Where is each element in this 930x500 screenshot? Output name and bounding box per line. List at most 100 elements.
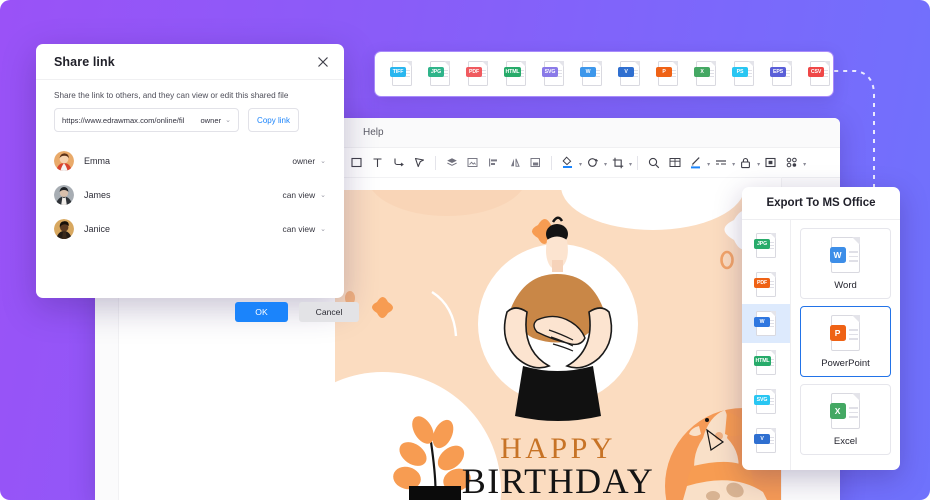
close-icon[interactable] [316,55,330,69]
visio-file-icon: V [617,60,643,88]
cancel-button[interactable]: Cancel [299,302,359,322]
export-format-sidebar: JPG PDF W HTML SVG V [742,220,791,470]
visio-file-icon: V [753,427,779,455]
share-person-permission-value: owner [292,156,316,166]
format-item-4[interactable]: SVG [537,58,571,90]
export-card-word[interactable]: W Word [800,228,891,299]
share-link-input[interactable]: https://www.edrawmax.com/online/fil owne… [54,108,239,132]
share-person-name: Janice [84,224,111,234]
format-item-0[interactable]: TIFF [385,58,419,90]
flip-icon[interactable] [504,152,525,174]
format-label: EPS [770,67,786,77]
image-icon[interactable] [462,152,483,174]
share-dialog-description: Share the link to others, and they can v… [54,91,289,100]
rectangle-icon[interactable] [346,152,367,174]
svg-file-icon: SVG [541,60,567,88]
format-label: W [829,247,846,263]
format-label: P [829,325,846,341]
share-link-dialog: Share link Share the link to others, and… [36,44,359,322]
format-label: JPG [754,238,770,249]
export-sidebar-item-word[interactable]: W [742,304,790,343]
format-item-10[interactable]: EPS [765,58,799,90]
export-card-powerpoint[interactable]: P PowerPoint [800,306,891,377]
share-person-row-1: James can view ⌄ [54,184,326,206]
lock-icon[interactable] [735,152,756,174]
html-file-icon: HTML [753,349,779,377]
format-label: W [754,316,770,327]
format-item-3[interactable]: HTML [499,58,533,90]
export-sidebar-item-jpg[interactable]: JPG [742,226,790,265]
share-person-permission-select[interactable]: can view ⌄ [283,190,326,200]
format-label: HTML [504,67,522,77]
align-icon[interactable] [483,152,504,174]
export-card-label: Word [834,280,857,291]
format-label: X [829,403,846,419]
format-label: CSV [808,67,824,77]
arrange-icon[interactable] [525,152,546,174]
avatar [54,151,74,171]
chevron-down-icon[interactable]: ▾ [803,161,806,168]
export-card-excel[interactable]: X Excel [800,384,891,455]
export-to-ms-office-panel: Export To MS Office JPG PDF W HTML SVG V… [742,187,900,470]
pointer-icon[interactable] [409,152,430,174]
format-item-6[interactable]: V [613,58,647,90]
avatar [54,185,74,205]
share-person-permission-select[interactable]: can view ⌄ [283,224,326,234]
chevron-down-icon[interactable]: ⌄ [320,225,326,233]
share-person-permission-select[interactable]: owner ⌄ [292,156,326,166]
share-link-row: https://www.edrawmax.com/online/fil owne… [54,108,299,132]
jpg-file-icon: JPG [753,232,779,260]
ok-button[interactable]: OK [235,302,288,322]
export-sidebar-item-visio[interactable]: V [742,421,790,460]
word-file-icon: W [827,236,865,276]
format-item-2[interactable]: PDF [461,58,495,90]
format-label: JPG [428,67,444,77]
connector-icon[interactable] [388,152,409,174]
format-label: SVG [542,67,558,77]
share-link-permission[interactable]: owner [200,116,221,125]
format-label: PDF [754,277,770,288]
export-sidebar-item-pdf[interactable]: PDF [742,265,790,304]
format-item-1[interactable]: JPG [423,58,457,90]
share-person-name: James [84,190,111,200]
word-file-icon: W [753,310,779,338]
format-label: V [754,433,770,444]
line-style-icon[interactable] [710,152,731,174]
format-label: SVG [754,394,770,405]
toolbar-divider [551,155,553,170]
word-file-icon: W [579,60,605,88]
format-item-5[interactable]: W [575,58,609,90]
format-item-11[interactable]: CSV [803,58,837,90]
export-sidebar-item-svg[interactable]: SVG [742,382,790,421]
chevron-down-icon[interactable]: ⌄ [320,191,326,199]
eps-file-icon: EPS [769,60,795,88]
birthday-card-artwork[interactable]: HAPPY BIRTHDAY [335,190,781,500]
crop-icon[interactable] [607,152,628,174]
fill-color-icon[interactable] [557,152,578,174]
chevron-down-icon[interactable]: ▾ [629,161,632,168]
line-color-icon[interactable] [685,152,706,174]
share-dialog-title: Share link [54,55,115,69]
zoom-icon[interactable] [643,152,664,174]
table-icon[interactable] [664,152,685,174]
svg-text:BIRTHDAY: BIRTHDAY [462,461,655,500]
chevron-down-icon[interactable]: ⌄ [320,157,326,165]
frame-icon[interactable] [760,152,781,174]
format-label: X [694,67,710,77]
chevron-down-icon[interactable]: ⌄ [225,116,231,124]
share-person-row-0: Emma owner ⌄ [54,150,326,172]
export-sidebar-item-html[interactable]: HTML [742,343,790,382]
copy-link-button[interactable]: Copy link [248,108,299,132]
group-icon[interactable] [781,152,802,174]
birthday-card-illustration: HAPPY BIRTHDAY [335,190,781,500]
text-icon[interactable] [367,152,388,174]
menu-item-help[interactable]: Help [363,127,384,138]
format-label: V [618,67,634,77]
excel-file-icon: X [827,392,865,432]
format-item-8[interactable]: X [689,58,723,90]
export-card-label: Excel [833,436,858,447]
format-item-7[interactable]: P [651,58,685,90]
format-item-9[interactable]: PS [727,58,761,90]
shape-style-icon[interactable] [582,152,603,174]
layers-icon[interactable] [441,152,462,174]
